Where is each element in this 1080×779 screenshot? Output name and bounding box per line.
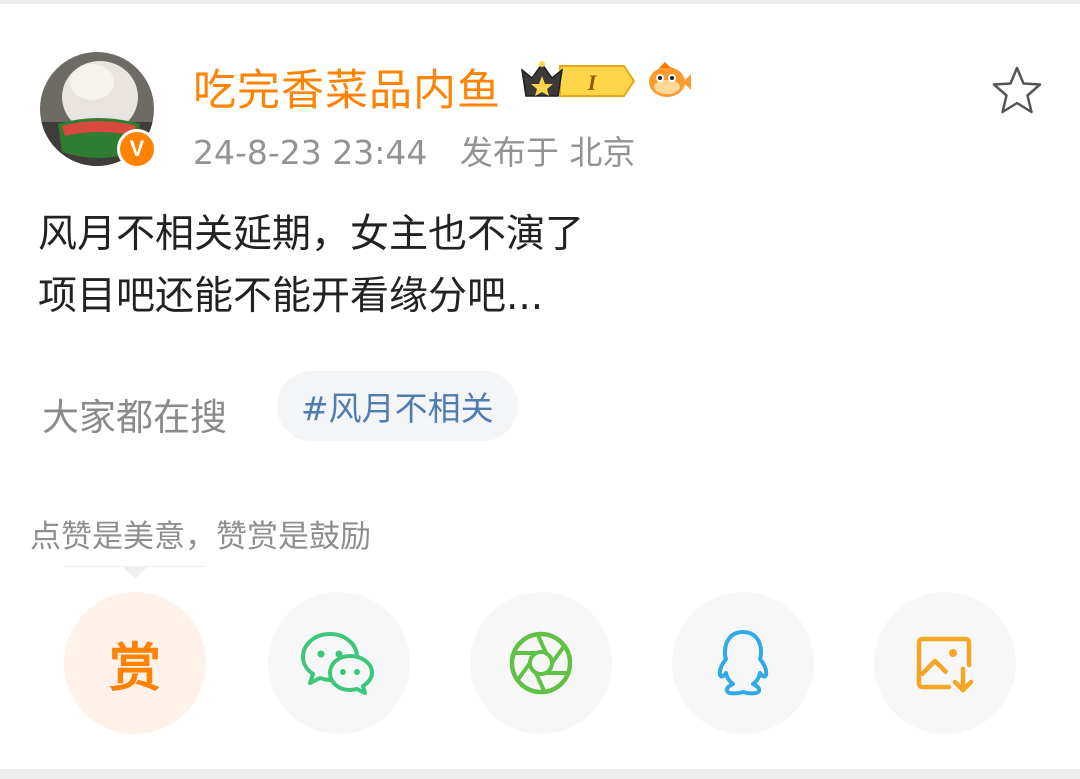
fan-badge[interactable] bbox=[645, 60, 691, 106]
post-content: 风月不相关延期，女主也不演了 项目吧还能不能开看缘分吧... bbox=[38, 204, 1038, 328]
reward-icon: 赏 bbox=[108, 638, 161, 699]
author-name[interactable]: 吃完香菜品内鱼 bbox=[193, 56, 501, 118]
share-wechat-button[interactable] bbox=[268, 592, 410, 734]
star-icon bbox=[992, 66, 1042, 114]
verified-mark: V bbox=[129, 136, 145, 161]
post-date: 24-8-23 23:44 bbox=[193, 133, 428, 172]
share-toolbar: 赏 bbox=[0, 592, 1080, 737]
post-card: V 吃完香菜品内鱼 I 24-8-23 23:44 发布于 北京 风月不相关延期… bbox=[0, 0, 1080, 779]
crown-icon: I bbox=[520, 61, 636, 97]
save-image-icon bbox=[916, 636, 974, 693]
trending-search-label: 大家都在搜 bbox=[42, 396, 227, 439]
post-location: 发布于 北京 bbox=[459, 133, 636, 172]
reward-hint: 点赞是美意，赞赏是鼓励 bbox=[30, 519, 371, 555]
save-image-button[interactable] bbox=[874, 592, 1016, 734]
share-qq-button[interactable] bbox=[672, 592, 814, 734]
hint-pointer bbox=[122, 566, 148, 579]
post-meta: 24-8-23 23:44 发布于 北京 bbox=[193, 126, 657, 174]
share-moments-button[interactable] bbox=[470, 592, 612, 734]
post-content-line: 风月不相关延期，女主也不演了 bbox=[38, 212, 585, 257]
wechat-icon bbox=[301, 632, 374, 695]
fish-icon bbox=[649, 62, 691, 97]
post-content-line: 项目吧还能不能开看缘分吧... bbox=[38, 274, 544, 319]
trending-topic-chip[interactable]: #风月不相关 bbox=[277, 371, 518, 441]
moments-icon bbox=[509, 631, 573, 695]
membership-level-badge[interactable]: I bbox=[520, 60, 636, 106]
level-number: I bbox=[587, 70, 598, 95]
reward-button[interactable]: 赏 bbox=[64, 592, 206, 734]
qq-icon bbox=[717, 630, 769, 696]
favorite-button[interactable] bbox=[990, 64, 1044, 122]
verified-badge: V bbox=[117, 129, 157, 169]
